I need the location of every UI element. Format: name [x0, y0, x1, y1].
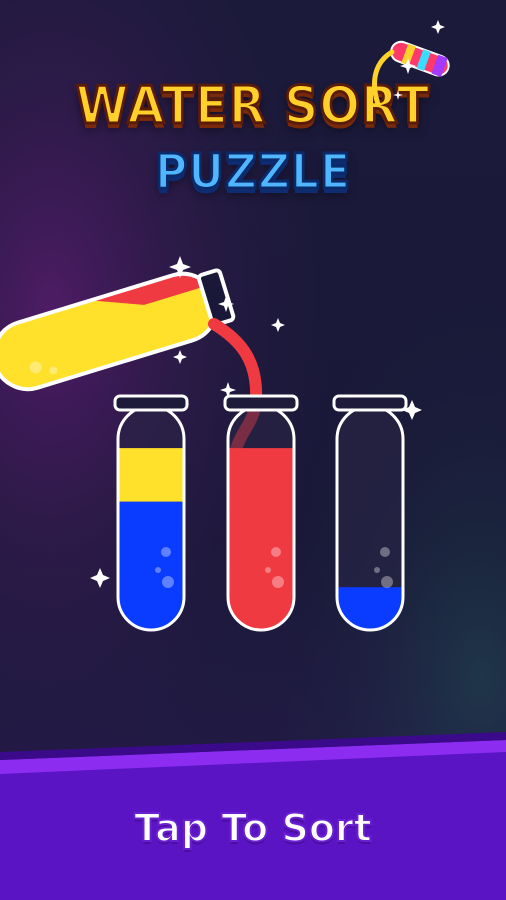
tube-3[interactable] — [332, 394, 408, 632]
tap-to-sort-label: Tap To Sort — [133, 805, 373, 851]
tube-1-liquid-layer — [118, 501, 184, 630]
tube-1-rim — [113, 394, 189, 412]
tube-2-rim — [223, 394, 299, 412]
logo-tube-icon — [390, 40, 450, 77]
tube-1[interactable] — [113, 394, 189, 632]
pouring-tube — [0, 265, 236, 398]
tube-1-liquid-layer — [118, 448, 184, 502]
tube-2-liquid-layer — [228, 448, 294, 630]
game-scene — [0, 20, 450, 632]
tube-3-rim — [332, 394, 408, 412]
logo-pour-stream — [372, 49, 395, 107]
tube-3-liquid-layer — [337, 587, 403, 630]
tube-2[interactable] — [223, 394, 299, 632]
